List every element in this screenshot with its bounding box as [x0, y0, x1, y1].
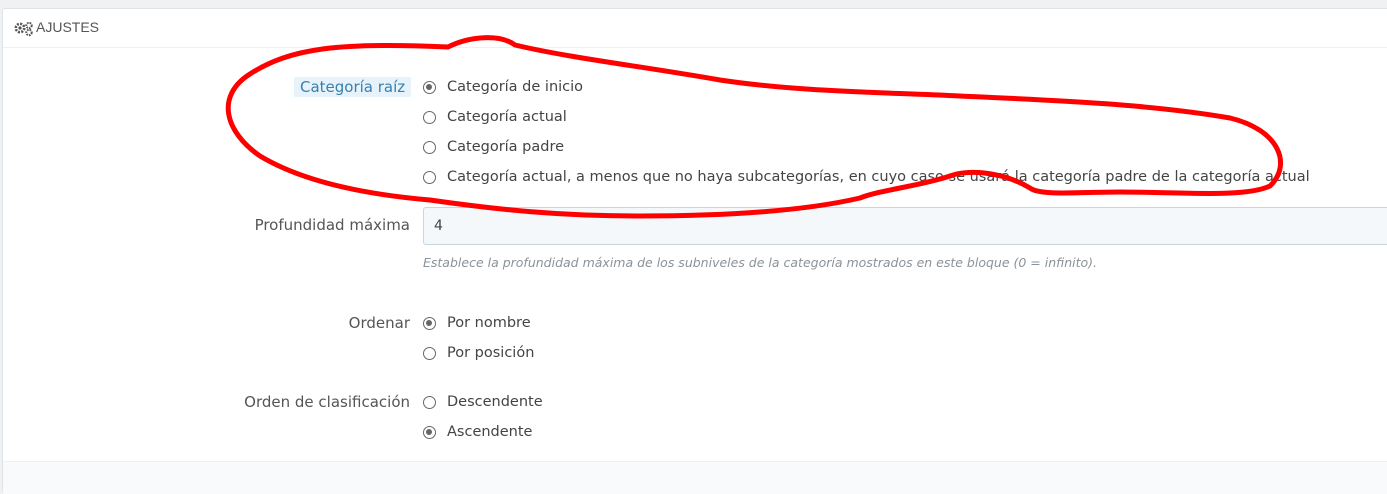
sort-order-label: Orden de clasificación	[244, 393, 410, 411]
radio-button[interactable]	[423, 140, 436, 154]
root-category-option-current[interactable]: Categoría actual	[423, 107, 567, 127]
radio-button[interactable]	[423, 170, 436, 184]
max-depth-help: Establece la profundidad máxima de los s…	[423, 255, 1098, 270]
radio-label: Descendente	[447, 394, 543, 410]
root-category-label: Categoría raíz	[294, 77, 412, 97]
root-category-option-current-or-parent[interactable]: Categoría actual, a menos que no haya su…	[423, 167, 1310, 187]
settings-panel: AJUSTES	[2, 8, 1387, 494]
root-category-option-parent[interactable]: Categoría padre	[423, 137, 564, 157]
root-category-option-home[interactable]: Categoría de inicio	[423, 77, 583, 97]
radio-label: Ascendente	[447, 424, 533, 440]
sort-option-by-name[interactable]: Por nombre	[423, 313, 531, 333]
panel-heading: AJUSTES	[3, 9, 1387, 48]
sort-label: Ordenar	[348, 314, 410, 332]
radio-label: Categoría padre	[447, 139, 565, 155]
panel-footer	[3, 461, 1387, 494]
radio-label: Categoría de inicio	[447, 79, 584, 95]
radio-label: Por nombre	[447, 315, 531, 331]
max-depth-input[interactable]	[423, 207, 1387, 245]
sort-order-option-ascending[interactable]: Ascendente	[423, 422, 532, 442]
radio-button[interactable]	[423, 425, 436, 439]
radio-button[interactable]	[423, 316, 436, 330]
radio-label: Categoría actual, a menos que no haya su…	[447, 169, 1310, 185]
max-depth-label: Profundidad máxima	[254, 216, 410, 234]
radio-label: Categoría actual	[447, 109, 567, 125]
radio-button[interactable]	[423, 110, 436, 124]
gears-icon	[14, 21, 33, 37]
radio-label: Por posición	[447, 345, 535, 361]
radio-button[interactable]	[423, 346, 436, 360]
sort-option-by-position[interactable]: Por posición	[423, 343, 534, 363]
radio-button[interactable]	[423, 80, 436, 94]
radio-button[interactable]	[423, 395, 436, 409]
panel-title: AJUSTES	[36, 19, 100, 35]
sort-order-option-descending[interactable]: Descendente	[423, 392, 543, 412]
